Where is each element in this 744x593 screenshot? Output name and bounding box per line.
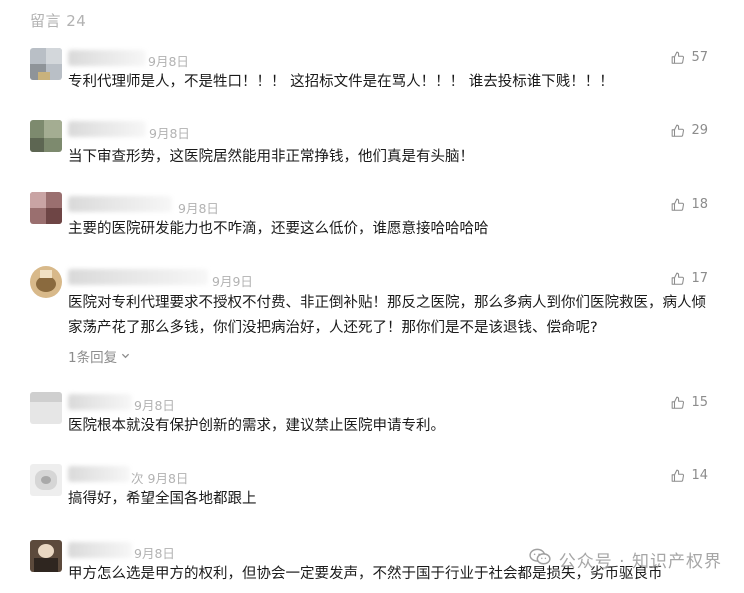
avatar[interactable] [30, 192, 62, 224]
like-count: 15 [691, 395, 708, 410]
like-count: 57 [691, 50, 708, 65]
like-count: 18 [691, 197, 708, 212]
reply-count: 1条回复 [68, 350, 118, 366]
thumbs-up-icon [671, 51, 685, 65]
comment-date: 次 9月8日 [131, 468, 188, 487]
like-button[interactable]: 14 [671, 468, 708, 483]
chevron-down-icon [121, 348, 130, 364]
thumbs-up-icon [671, 469, 685, 483]
avatar[interactable] [30, 392, 62, 424]
avatar[interactable] [30, 120, 62, 152]
avatar[interactable] [30, 540, 62, 572]
username[interactable] [68, 542, 132, 558]
thumbs-up-icon [671, 198, 685, 212]
expand-replies-button[interactable]: 1条回复 [68, 346, 130, 366]
avatar[interactable] [30, 48, 62, 80]
comment-text: 专利代理师是人，不是牲口！！！ 这招标文件是在骂人！！！ 谁去投标谁下贱！！！ [68, 74, 614, 90]
comment-date: 9月8日 [149, 126, 190, 141]
comment-date-text: 9月8日 [147, 471, 189, 486]
comment-text: 当下审查形势，这医院居然能用非正常挣钱，他们真是有头脑！ [68, 149, 474, 165]
like-button[interactable]: 57 [671, 50, 708, 65]
comment-date: 9月8日 [134, 546, 175, 561]
comments-page: 留言 24 9月8日 57 专利代理师是人，不是牲口！！！ 这招标文件是在骂人！… [0, 0, 744, 593]
comment-text: 医院根本就没有保护创新的需求，建议禁止医院申请专利。 [68, 418, 445, 434]
username[interactable] [68, 121, 146, 137]
like-button[interactable]: 17 [671, 271, 708, 286]
like-button[interactable]: 29 [671, 123, 708, 138]
avatar[interactable] [30, 266, 62, 298]
comment-date: 9月9日 [212, 274, 253, 289]
comment-date: 9月8日 [148, 54, 189, 69]
comment-date: 9月8日 [178, 201, 219, 216]
like-button[interactable]: 18 [671, 197, 708, 212]
thumbs-up-icon [671, 272, 685, 286]
comments-header: 留言 24 [30, 12, 87, 30]
wechat-logo-icon [529, 548, 551, 571]
like-button[interactable]: 15 [671, 395, 708, 410]
like-count: 17 [691, 271, 708, 286]
username[interactable] [68, 466, 130, 482]
comment-date: 9月8日 [134, 398, 175, 413]
avatar[interactable] [30, 464, 62, 496]
username[interactable] [68, 394, 132, 410]
like-count: 29 [691, 123, 708, 138]
comment-text: 医院对专利代理要求不授权不付费、非正倒补贴！那反之医院，那么多病人到你们医院救医… [68, 295, 706, 336]
thumbs-up-icon [671, 396, 685, 410]
watermark-text: 公众号 · 知识产权界 [558, 552, 722, 572]
comment-text: 主要的医院研发能力也不咋滴，还要这么低价，谁愿意接哈哈哈哈 [68, 221, 489, 237]
username[interactable] [68, 269, 208, 285]
username-suffix: 次 [131, 471, 144, 486]
thumbs-up-icon [671, 124, 685, 138]
comment-text: 搞得好，希望全国各地都跟上 [68, 491, 257, 507]
account-watermark: 公众号 · 知识产权界 [529, 547, 722, 572]
username[interactable] [68, 196, 172, 212]
username[interactable] [68, 50, 146, 66]
like-count: 14 [691, 468, 708, 483]
